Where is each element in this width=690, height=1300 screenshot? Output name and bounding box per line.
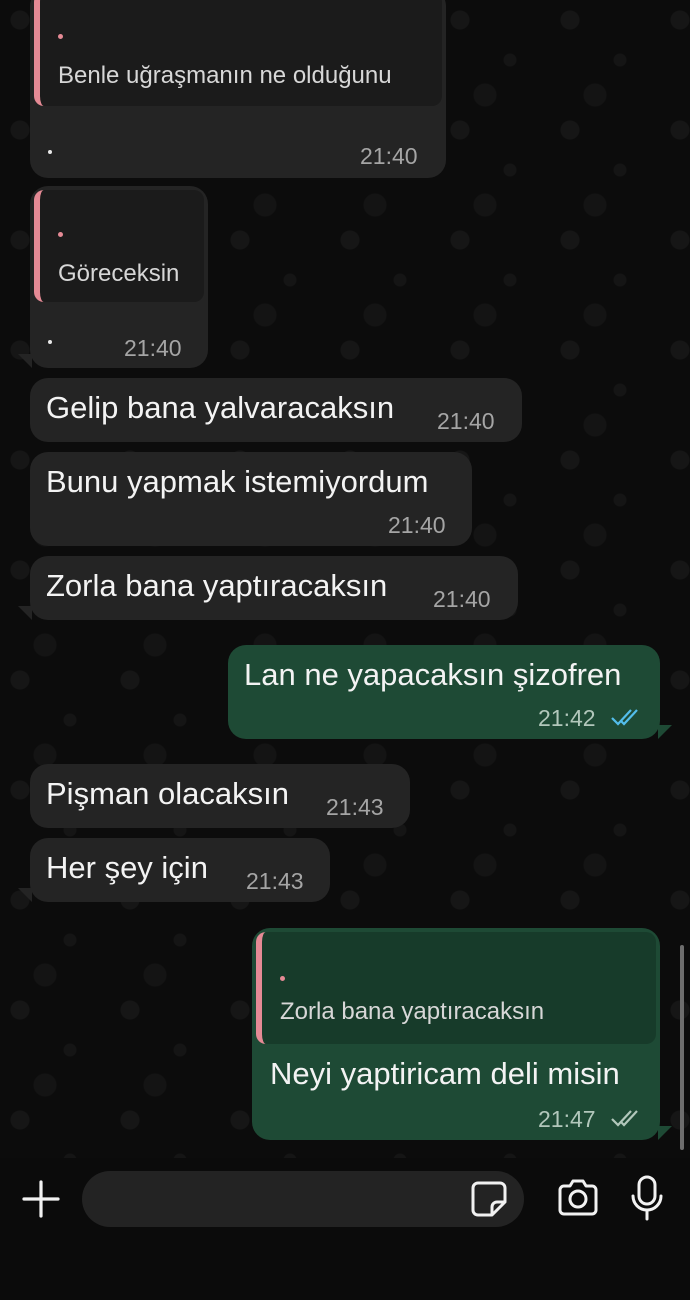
message-bubble-incoming[interactable]: Zorla bana yaptıracaksın 21:40 xyxy=(30,556,518,620)
plus-icon[interactable] xyxy=(20,1178,62,1220)
message-text: Lan ne yapacaksın şizofren xyxy=(244,657,622,692)
quoted-reply[interactable]: Göreceksin xyxy=(34,190,204,302)
quoted-text: Benle uğraşmanın ne olduğunu xyxy=(58,62,392,89)
quoted-reply[interactable]: Benle uğraşmanın ne olduğunu xyxy=(34,0,442,106)
sticker-icon[interactable] xyxy=(470,1180,508,1218)
message-bubble-incoming[interactable]: Pişman olacaksın 21:43 xyxy=(30,764,410,828)
message-text: Her şey için xyxy=(46,850,208,885)
message-time: 21:43 xyxy=(246,868,304,894)
message-time: 21:43 xyxy=(326,794,384,820)
bubble-tail xyxy=(18,888,32,902)
quoted-text: Zorla bana yaptıracaksın xyxy=(280,998,545,1025)
message-text: Neyi yaptiricam deli misin xyxy=(270,1056,620,1091)
message-time: 21:40 xyxy=(437,408,495,434)
scrollbar[interactable] xyxy=(680,945,684,1150)
message-text: Bunu yapmak istemiyordum xyxy=(46,464,429,499)
bubble-tail xyxy=(658,1126,672,1140)
message-bubble-incoming[interactable]: Benle uğraşmanın ne olduğunu 21:40 xyxy=(30,0,446,178)
message-text: Pişman olacaksın xyxy=(46,776,289,811)
quoted-reply[interactable]: Zorla bana yaptıracaksın xyxy=(256,932,656,1044)
message-time: 21:40 xyxy=(124,335,182,361)
message-input[interactable] xyxy=(82,1171,524,1227)
bubble-tail xyxy=(18,354,32,368)
message-text: Gelip bana yalvaracaksın xyxy=(46,390,395,425)
quote-sender-marker xyxy=(280,976,285,981)
message-time: 21:47 xyxy=(538,1106,596,1132)
message-bubble-incoming[interactable]: Bunu yapmak istemiyordum 21:40 xyxy=(30,452,472,546)
bubble-tail xyxy=(658,725,672,739)
bubble-tail xyxy=(18,606,32,620)
camera-icon[interactable] xyxy=(556,1178,600,1218)
message-time: 21:40 xyxy=(433,586,491,612)
message-bubble-incoming[interactable]: Her şey için 21:43 xyxy=(30,838,330,902)
message-time: 21:40 xyxy=(360,143,418,169)
message-bubble-outgoing[interactable]: Zorla bana yaptıracaksın Neyi yaptiricam… xyxy=(252,928,660,1140)
message-time: 21:42 xyxy=(538,705,596,731)
message-bubble-incoming[interactable]: Gelip bana yalvaracaksın 21:40 xyxy=(30,378,522,442)
message-bubble-outgoing[interactable]: Lan ne yapacaksın şizofren 21:42 xyxy=(228,645,660,739)
quote-sender-marker xyxy=(58,232,63,237)
quoted-text: Göreceksin xyxy=(58,260,180,287)
message-body-dot xyxy=(48,150,52,154)
message-text: Zorla bana yaptıracaksın xyxy=(46,568,388,603)
message-bubble-incoming[interactable]: Göreceksin 21:40 xyxy=(30,186,208,368)
message-time: 21:40 xyxy=(388,512,446,538)
quote-sender-marker xyxy=(58,34,63,39)
message-body-dot xyxy=(48,340,52,344)
read-ticks-icon xyxy=(611,709,638,726)
microphone-icon[interactable] xyxy=(630,1174,664,1222)
delivered-ticks-icon xyxy=(611,1110,638,1127)
